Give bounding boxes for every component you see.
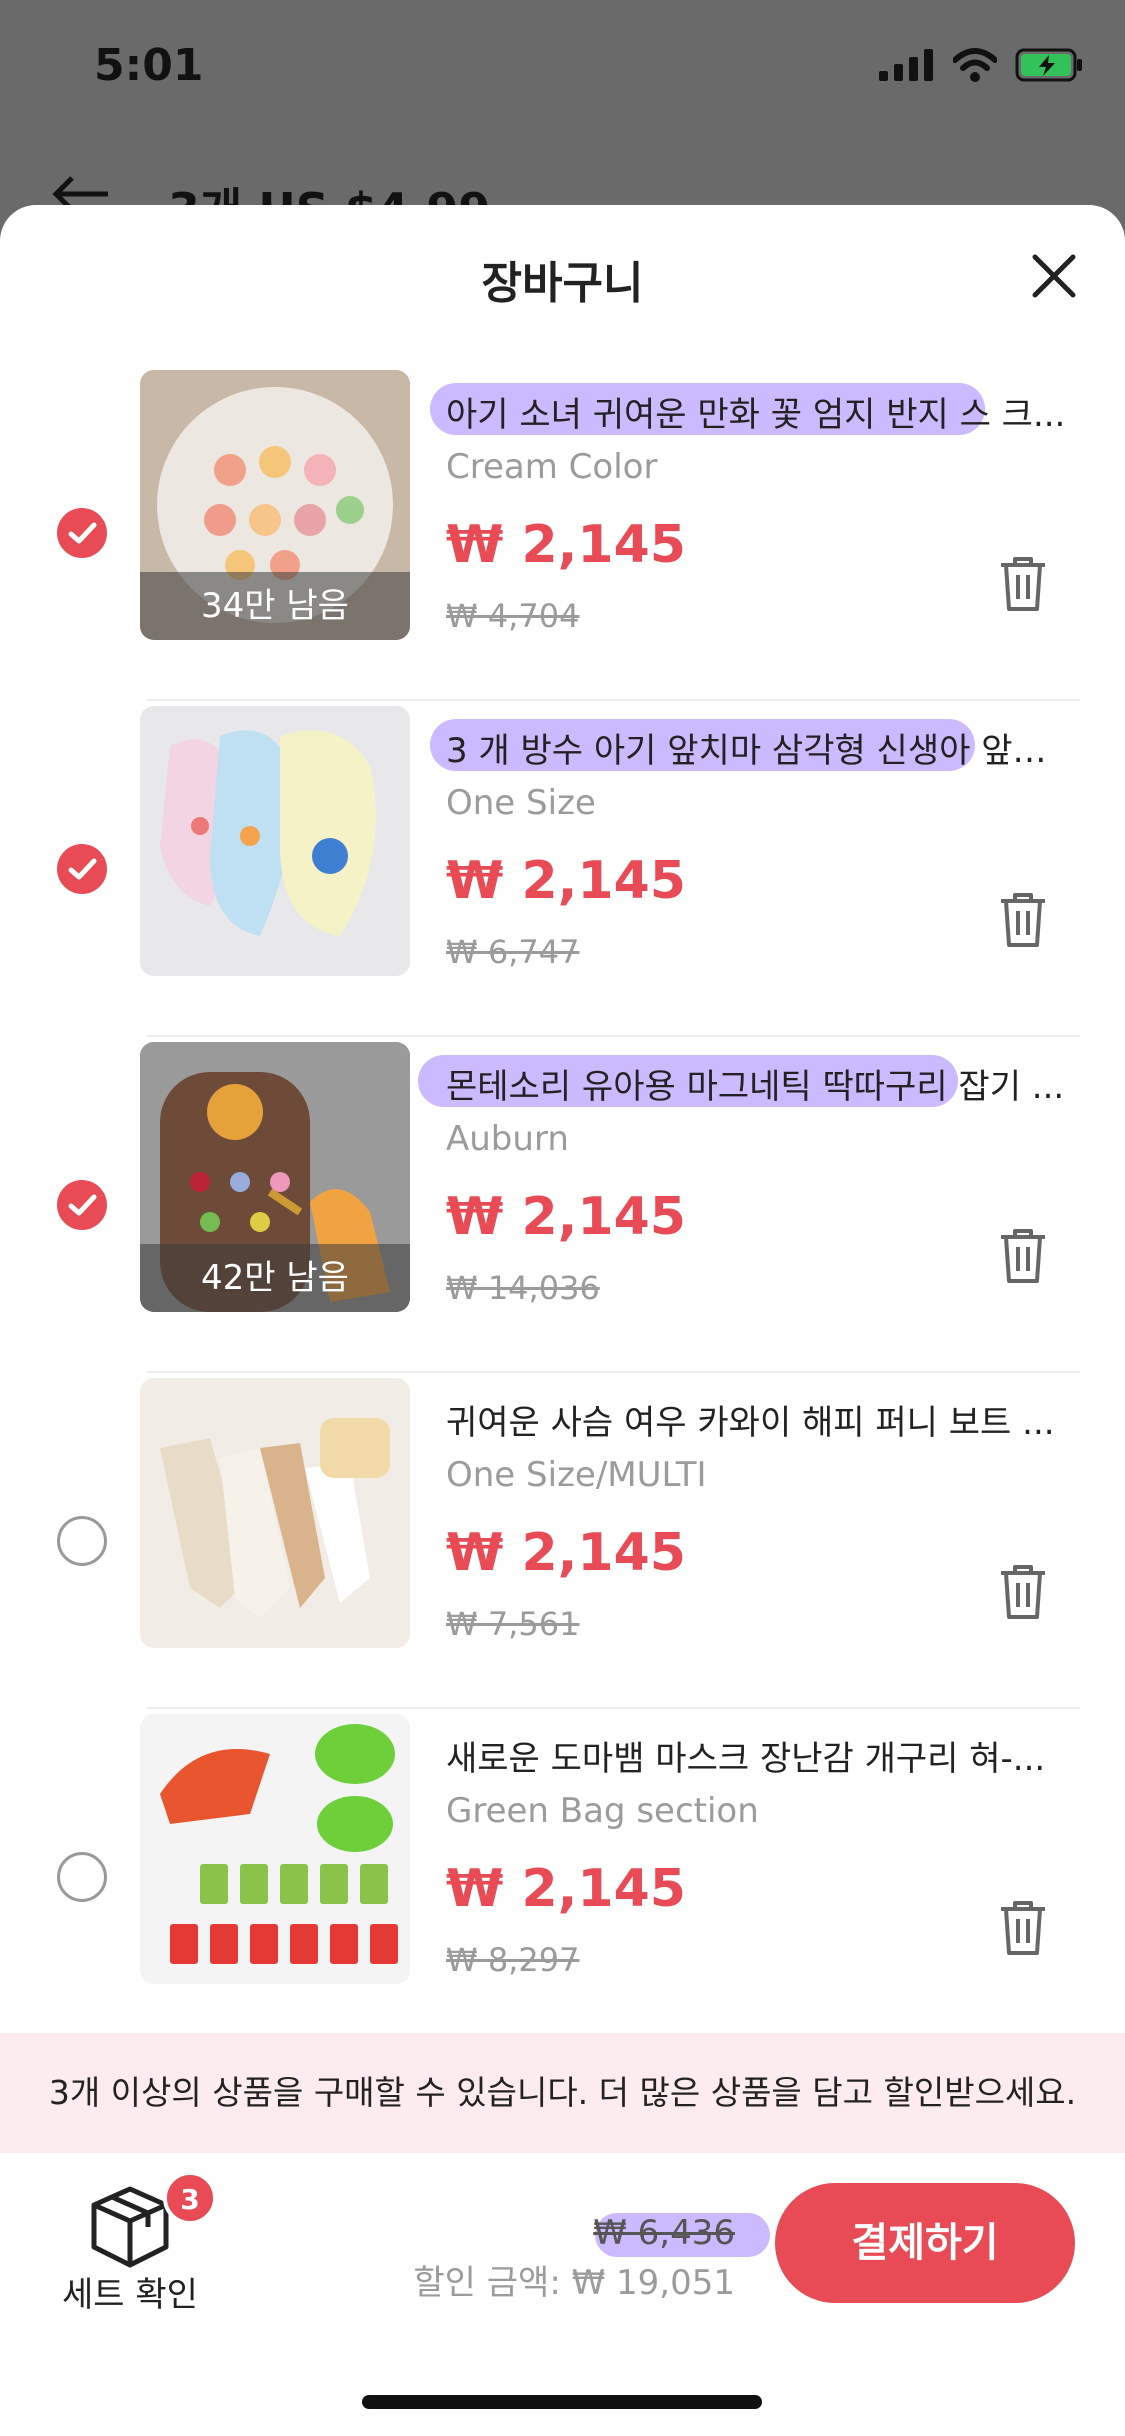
product-variant[interactable]: One Size (446, 783, 596, 823)
product-price: ₩ 2,145 (446, 851, 686, 911)
product-name[interactable]: 몬테소리 유아용 마그네틱 딱따구리 잡기 ... (446, 1059, 1066, 1108)
cart-item: 42만 남음 몬테소리 유아용 마그네틱 딱따구리 잡기 ... Auburn … (0, 1037, 1125, 1373)
product-price: ₩ 2,145 (446, 1859, 686, 1919)
stock-remaining: 34만 남음 (140, 572, 410, 640)
trash-icon[interactable] (997, 1563, 1049, 1621)
product-price: ₩ 2,145 (446, 1523, 686, 1583)
checkmark-icon (68, 858, 97, 880)
cart-item: 귀여운 사슴 여우 카와이 해피 퍼니 보트 ... One Size/MULT… (0, 1373, 1125, 1709)
product-name[interactable]: 귀여운 사슴 여우 카와이 해피 퍼니 보트 ... (446, 1395, 1066, 1444)
discount-amount: 할인 금액: ₩ 19,051 (413, 2263, 735, 2303)
box-icon[interactable] (88, 2181, 172, 2271)
cart-item: 새로운 도마뱀 마스크 장난감 개구리 혀-... Green Bag sect… (0, 1709, 1125, 2045)
stock-remaining: 42만 남음 (140, 1244, 410, 1312)
product-image[interactable] (140, 1378, 410, 1648)
product-name[interactable]: 아기 소녀 귀여운 만화 꽃 엄지 반지 스 크... (446, 387, 1066, 436)
item-checkbox-unchecked[interactable] (57, 1852, 107, 1902)
close-icon[interactable] (1023, 245, 1085, 307)
trash-icon[interactable] (997, 1227, 1049, 1285)
checkmark-icon (68, 1194, 97, 1216)
battery-icon (1015, 48, 1082, 82)
set-count-badge: 3 (163, 2171, 217, 2225)
sheet-title: 장바구니 (481, 258, 644, 309)
product-photo-bibs (140, 706, 410, 976)
status-time: 5:01 (94, 40, 204, 91)
item-checkbox-checked[interactable] (57, 508, 107, 558)
product-variant[interactable]: Cream Color (446, 447, 657, 487)
product-photo-frog-game (140, 1714, 410, 1984)
checkmark-icon (68, 522, 97, 544)
status-icons (879, 48, 1085, 82)
item-checkbox-checked[interactable] (57, 844, 107, 894)
product-name[interactable]: 3 개 방수 아기 앞치마 삼각형 신생아 앞치... (446, 723, 1066, 772)
product-price: ₩ 2,145 (446, 1187, 686, 1247)
home-indicator (362, 2395, 762, 2409)
item-checkbox-checked[interactable] (57, 1180, 107, 1230)
product-variant[interactable]: Green Bag section (446, 1791, 759, 1831)
status-bar: 5:01 (0, 0, 1125, 140)
item-checkbox-unchecked[interactable] (57, 1516, 107, 1566)
product-image[interactable]: 42만 남음 (140, 1042, 410, 1312)
product-image[interactable]: 34만 남음 (140, 370, 410, 640)
set-check-label[interactable]: 세트 확인 (62, 2267, 198, 2316)
trash-icon[interactable] (997, 891, 1049, 949)
product-image[interactable] (140, 706, 410, 976)
original-price: ₩ 8,297 (446, 1941, 580, 1979)
original-price: ₩ 4,704 (446, 597, 580, 635)
background-page-header: 3개 US $4.99 (0, 150, 1125, 237)
promo-notice: 3개 이상의 상품을 구매할 수 있습니다. 더 많은 상품을 담고 할인받으세… (0, 2033, 1125, 2153)
product-variant[interactable]: One Size/MULTI (446, 1455, 707, 1495)
product-price: ₩ 2,145 (446, 515, 686, 575)
product-name[interactable]: 새로운 도마뱀 마스크 장난감 개구리 혀-... (446, 1731, 1066, 1780)
product-photo-socks (140, 1378, 410, 1648)
checkout-button[interactable]: 결제하기 (775, 2183, 1075, 2303)
trash-icon[interactable] (997, 555, 1049, 613)
cart-item: 34만 남음 아기 소녀 귀여운 만화 꽃 엄지 반지 스 크... Cream… (0, 365, 1125, 701)
checkout-bar: 3 세트 확인 ₩ 6,436 할인 금액: ₩ 19,051 결제하기 (0, 2153, 1125, 2436)
total-price: ₩ 6,436 (593, 2213, 735, 2253)
trash-icon[interactable] (997, 1899, 1049, 1957)
product-variant[interactable]: Auburn (446, 1119, 569, 1159)
wifi-icon (953, 48, 997, 82)
product-image[interactable] (140, 1714, 410, 1984)
original-price: ₩ 14,036 (446, 1269, 600, 1307)
signal-icon (879, 49, 933, 81)
original-price: ₩ 7,561 (446, 1605, 580, 1643)
cart-item: 3 개 방수 아기 앞치마 삼각형 신생아 앞치... One Size ₩ 2… (0, 701, 1125, 1037)
original-price: ₩ 6,747 (446, 933, 580, 971)
